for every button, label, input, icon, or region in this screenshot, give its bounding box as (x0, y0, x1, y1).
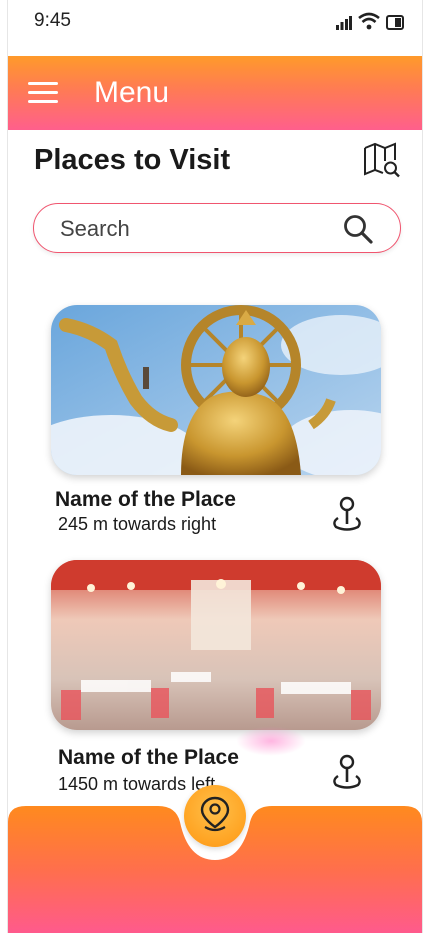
search-icon[interactable] (342, 213, 374, 245)
header-title: Menu (94, 76, 170, 109)
search-input[interactable] (58, 212, 332, 246)
place-name: Name of the Place (58, 746, 239, 769)
hamburger-icon[interactable] (28, 82, 58, 104)
place-distance: 1450 m towards left (58, 774, 216, 794)
location-pin-icon[interactable] (330, 754, 364, 792)
status-time: 9:45 (34, 10, 71, 31)
location-pin-icon (200, 796, 230, 832)
place-image-temple[interactable] (51, 305, 381, 475)
app-header: Menu (8, 56, 422, 130)
place-image-restaurant[interactable] (51, 560, 381, 730)
search-bar (33, 203, 401, 253)
signal-icon (336, 16, 352, 30)
wifi-icon (358, 12, 380, 30)
status-icons (336, 12, 404, 30)
location-pin-icon[interactable] (330, 496, 364, 534)
highlight-glow (236, 726, 306, 756)
phone-screen: 9:45 Menu Places to Visit Search Name of… (7, 0, 423, 933)
locate-fab-button[interactable] (184, 785, 246, 847)
place-name: Name of the Place (55, 488, 236, 511)
place-distance: 245 m towards right (58, 514, 217, 534)
battery-icon (386, 15, 404, 30)
map-search-icon[interactable] (362, 140, 402, 180)
status-bar: 9:45 (8, 0, 422, 56)
page-title: Places to Visit (34, 144, 231, 176)
